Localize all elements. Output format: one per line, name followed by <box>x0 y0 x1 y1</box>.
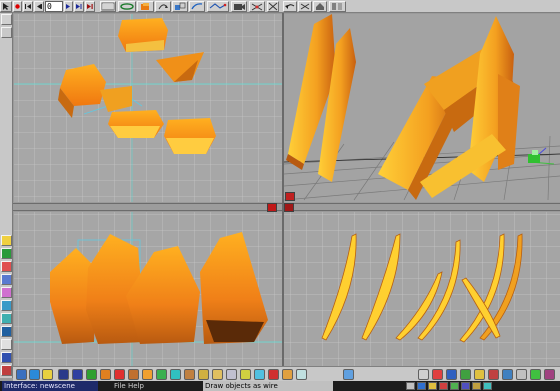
light-icon[interactable] <box>1 261 12 272</box>
object-list-icon[interactable] <box>329 1 346 12</box>
fire-icon[interactable] <box>488 369 499 380</box>
extrude-icon[interactable] <box>142 369 153 380</box>
tree-icon[interactable] <box>460 369 471 380</box>
text-icon[interactable] <box>100 369 111 380</box>
go-to-start-icon[interactable] <box>23 1 33 12</box>
object-toolbar <box>13 366 560 381</box>
bone-icon[interactable] <box>268 369 279 380</box>
particle-icon[interactable] <box>212 369 223 380</box>
object-top-6[interactable] <box>164 118 216 154</box>
status-view-icon[interactable] <box>417 382 426 390</box>
play-forward-icon[interactable] <box>74 1 84 12</box>
plant-icon[interactable] <box>530 369 541 380</box>
step-forward-icon[interactable] <box>64 1 73 12</box>
water-icon[interactable] <box>502 369 513 380</box>
object-top-1[interactable] <box>118 18 168 52</box>
render-icon[interactable] <box>207 1 229 12</box>
sphere-icon[interactable] <box>16 369 27 380</box>
star-icon[interactable] <box>474 369 485 380</box>
status-scene-icon[interactable] <box>483 382 492 390</box>
top-viewport[interactable] <box>14 14 282 202</box>
status-light-icon[interactable] <box>428 382 437 390</box>
figure-tool-icon[interactable] <box>1 365 12 376</box>
light-bulb-icon[interactable] <box>226 369 237 380</box>
skin-icon[interactable] <box>156 369 167 380</box>
link-icon[interactable] <box>118 1 136 12</box>
view-toggle-icon[interactable] <box>1 27 12 38</box>
red-flag-icon[interactable] <box>432 369 443 380</box>
camera-icon[interactable] <box>231 1 247 12</box>
object-top-5[interactable] <box>108 110 164 138</box>
boolean-icon[interactable] <box>170 369 181 380</box>
pointer-icon[interactable] <box>418 369 429 380</box>
texture-icon[interactable] <box>1 248 12 259</box>
cloth-icon[interactable] <box>198 369 209 380</box>
camera-view-icon[interactable] <box>1 352 12 363</box>
perspective-viewport[interactable] <box>284 14 560 202</box>
rotate-icon[interactable] <box>155 1 171 12</box>
glass-icon[interactable] <box>282 369 293 380</box>
viewport-layout-icon[interactable] <box>284 203 294 212</box>
cone-icon[interactable] <box>58 369 69 380</box>
zoom-icon[interactable] <box>249 1 265 12</box>
grid <box>284 212 560 367</box>
bend-icon[interactable] <box>189 1 205 12</box>
front-viewport[interactable] <box>14 212 282 367</box>
interface-label: Interface: newscene <box>2 381 98 391</box>
color-icon[interactable] <box>1 235 12 246</box>
timeline-icon[interactable] <box>100 1 116 12</box>
cloud-icon[interactable] <box>1 313 12 324</box>
scale-icon[interactable] <box>172 1 188 12</box>
axis-gizmo <box>528 147 555 165</box>
status-message: Draw objects as wire <box>203 381 333 391</box>
record-icon[interactable] <box>13 1 22 12</box>
hierarchy-icon[interactable] <box>343 369 354 380</box>
snap-icon[interactable] <box>298 1 312 12</box>
cylinder-icon[interactable] <box>42 369 53 380</box>
side-viewport[interactable] <box>284 212 560 367</box>
menu-help[interactable]: Help <box>128 381 144 391</box>
deform-icon[interactable] <box>184 369 195 380</box>
torus-icon[interactable] <box>72 369 83 380</box>
viewport-options-icon[interactable] <box>285 192 295 201</box>
frame-number-field[interactable]: 0 <box>45 1 63 12</box>
sea-icon[interactable] <box>1 326 12 337</box>
grid-toggle-icon[interactable] <box>267 1 279 12</box>
tool-select-icon[interactable] <box>0 1 12 12</box>
status-render-icon[interactable] <box>439 382 448 390</box>
main-toolbar: 0 <box>0 0 560 13</box>
camera-add-icon[interactable] <box>240 369 251 380</box>
figure-icon[interactable] <box>254 369 265 380</box>
select-tool-icon[interactable] <box>1 14 12 25</box>
lathe-icon[interactable] <box>128 369 139 380</box>
fog-icon[interactable] <box>516 369 527 380</box>
status-bar: Interface: newscene File Help Draw objec… <box>0 381 560 391</box>
status-material-icon[interactable] <box>472 382 481 390</box>
render-preview-icon[interactable] <box>296 369 307 380</box>
step-back-icon[interactable] <box>34 1 44 12</box>
home-icon[interactable] <box>313 1 327 12</box>
viewport-maximize-icon[interactable] <box>267 203 277 212</box>
horizontal-splitter[interactable] <box>13 203 560 212</box>
plane-icon[interactable] <box>86 369 97 380</box>
eye-icon[interactable] <box>1 339 12 350</box>
status-play-icon[interactable] <box>450 382 459 390</box>
move-icon[interactable] <box>137 1 154 12</box>
left-tool-column <box>0 13 13 378</box>
globe-icon[interactable] <box>446 369 457 380</box>
material-icon[interactable] <box>1 287 12 298</box>
status-camera-icon[interactable] <box>461 382 470 390</box>
smooth-icon[interactable] <box>1 300 12 311</box>
go-to-end-icon[interactable] <box>85 1 95 12</box>
spline-icon[interactable] <box>114 369 125 380</box>
menu-file[interactable]: File <box>114 381 126 391</box>
paint-icon[interactable] <box>1 274 12 285</box>
status-arrow-icon[interactable] <box>406 382 415 390</box>
undo-icon[interactable] <box>283 1 297 12</box>
gem-icon[interactable] <box>544 369 555 380</box>
cube-icon[interactable] <box>29 369 40 380</box>
